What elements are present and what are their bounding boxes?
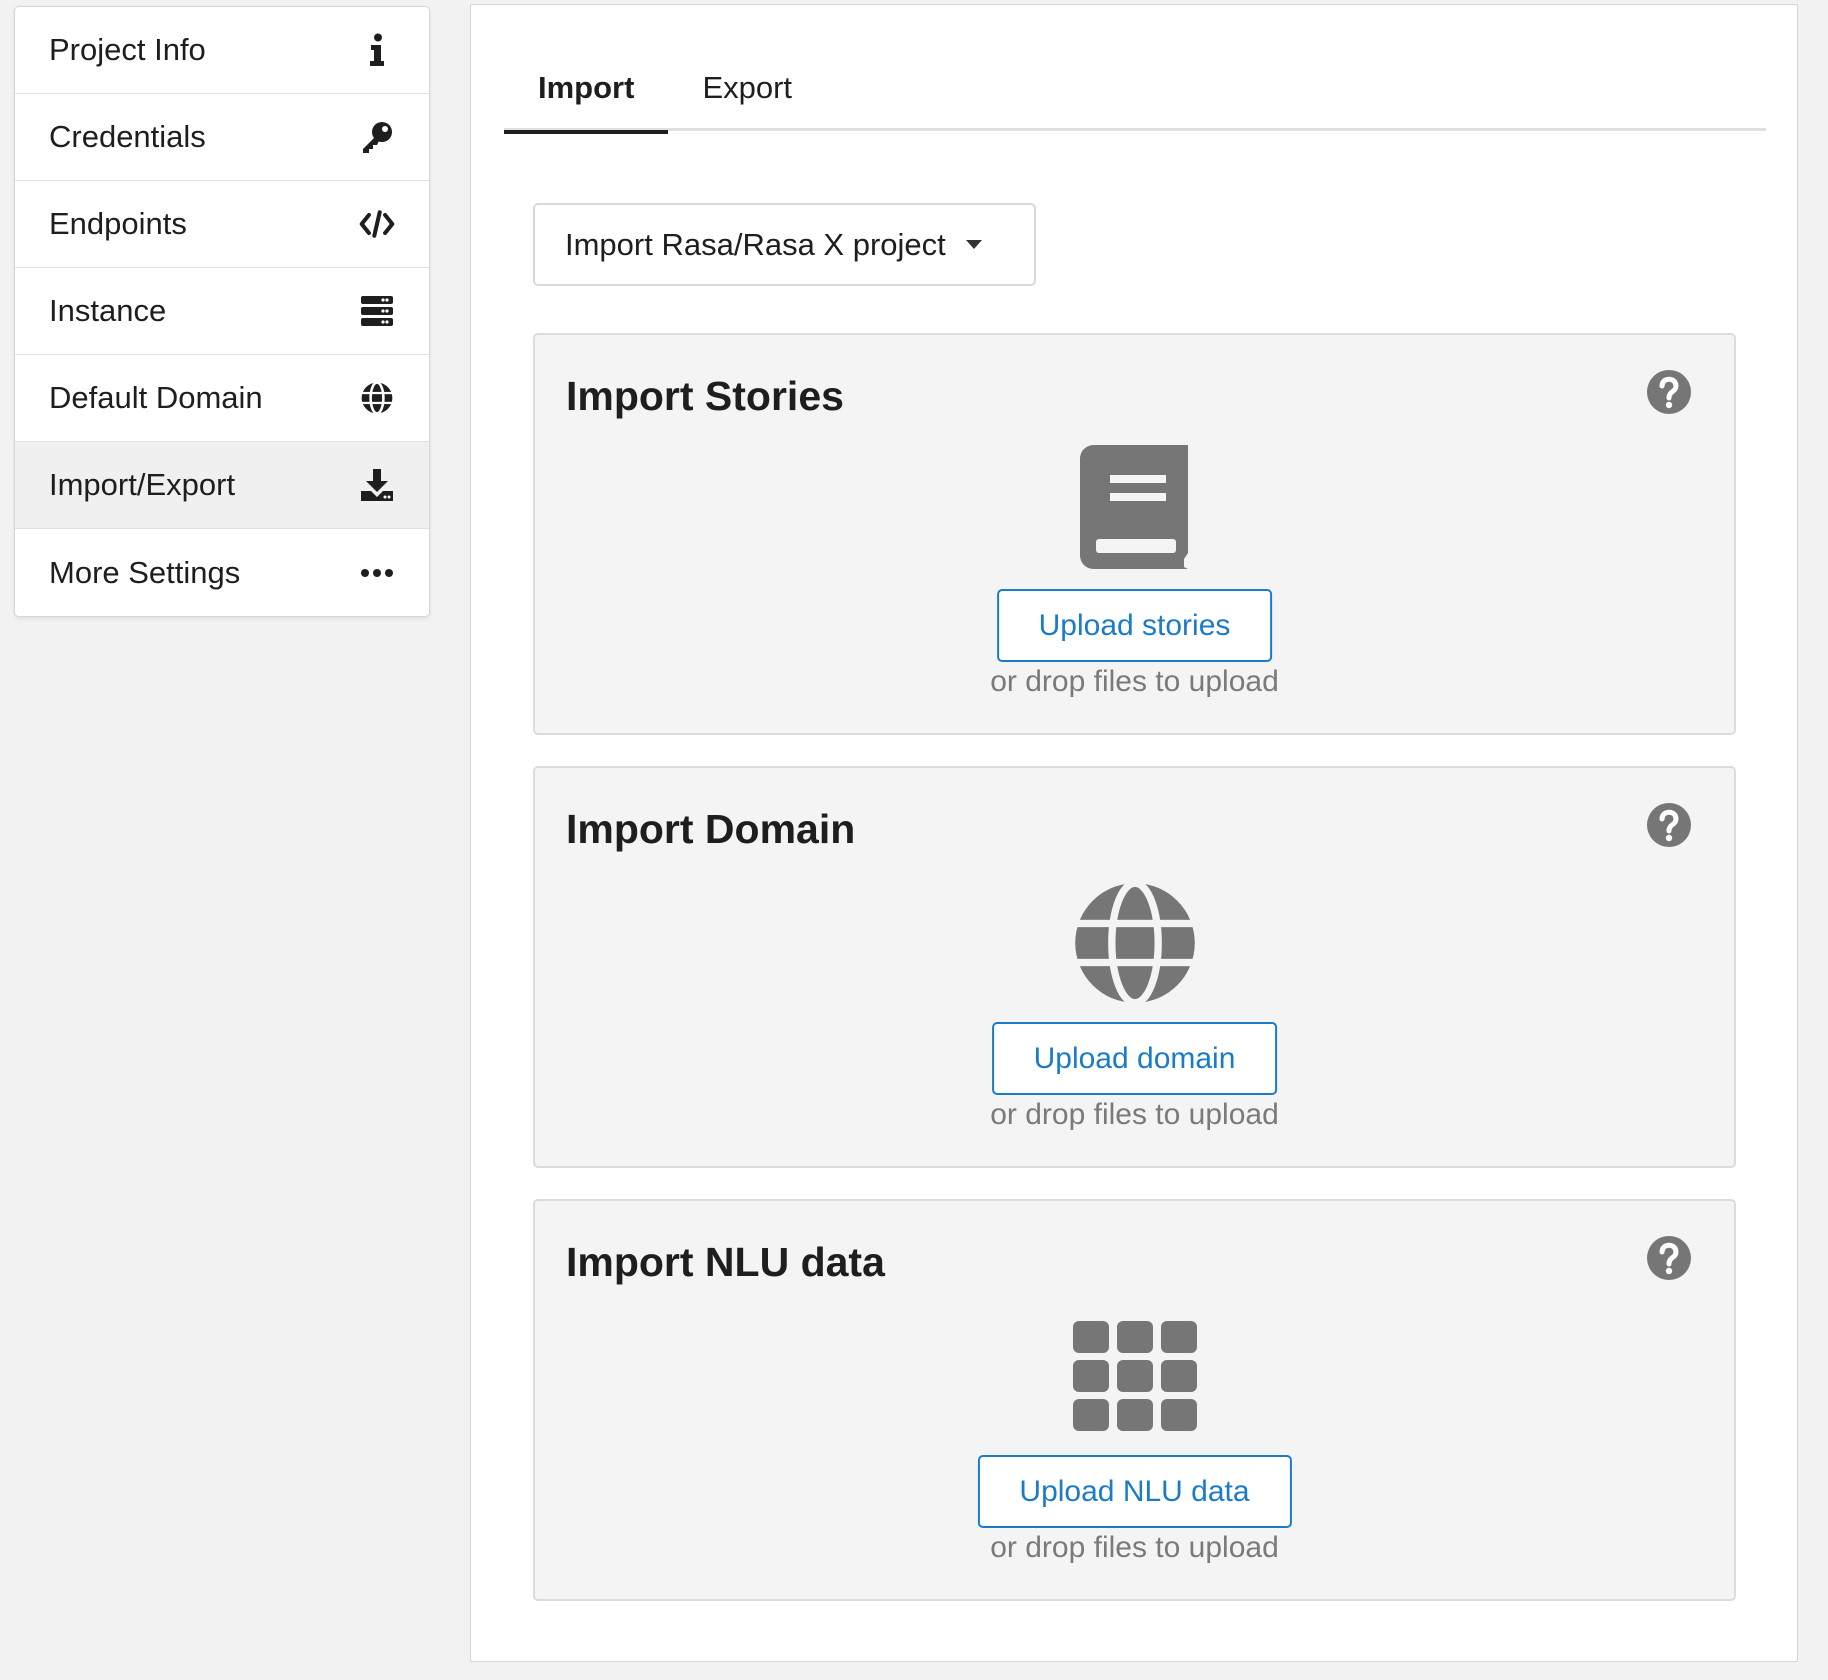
question-circle-icon[interactable] (1646, 369, 1692, 415)
import-domain-card[interactable]: Import Domain Upload domain or drop file… (533, 766, 1736, 1168)
sidebar-item-label: Import/Export (49, 467, 236, 502)
question-circle-icon[interactable] (1646, 802, 1692, 848)
sidebar-item-label: Credentials (49, 119, 206, 154)
settings-sidebar: Project Info Credentials Endpoints Insta… (14, 6, 430, 617)
sidebar-item-import-export[interactable]: Import/Export (15, 442, 429, 529)
sidebar-item-credentials[interactable]: Credentials (15, 94, 429, 181)
tab-export[interactable]: Export (668, 45, 826, 131)
import-type-dropdown[interactable]: Import Rasa/Rasa X project (533, 203, 1036, 286)
sidebar-item-endpoints[interactable]: Endpoints (15, 181, 429, 268)
grid-icon (1072, 1321, 1197, 1431)
import-stories-card[interactable]: Import Stories Upload stories or drop fi… (533, 333, 1736, 735)
globe-icon (1073, 882, 1196, 1004)
caret-down-icon (965, 240, 982, 249)
card-title: Import Domain (566, 806, 856, 852)
drop-files-hint: or drop files to upload (990, 1098, 1279, 1131)
server-icon (359, 293, 395, 329)
question-circle-icon[interactable] (1646, 1235, 1692, 1281)
upload-nlu-button[interactable]: Upload NLU data (977, 1455, 1292, 1528)
upload-domain-button[interactable]: Upload domain (991, 1022, 1278, 1095)
import-nlu-card[interactable]: Import NLU data Upload NLU data or drop … (533, 1199, 1736, 1601)
sidebar-item-label: Instance (49, 293, 167, 328)
sidebar-item-more-settings[interactable]: More Settings (15, 529, 429, 616)
tab-import[interactable]: Import (504, 45, 669, 134)
sidebar-item-label: Default Domain (49, 380, 263, 415)
card-title: Import Stories (566, 373, 844, 419)
import-type-selected: Import Rasa/Rasa X project (565, 226, 946, 262)
sidebar-item-default-domain[interactable]: Default Domain (15, 355, 429, 442)
drop-files-hint: or drop files to upload (990, 1531, 1279, 1564)
sidebar-item-project-info[interactable]: Project Info (15, 7, 429, 94)
sidebar-item-label: More Settings (49, 554, 241, 590)
sidebar-item-label: Endpoints (49, 206, 187, 241)
sidebar-item-instance[interactable]: Instance (15, 268, 429, 355)
card-title: Import NLU data (566, 1239, 885, 1285)
globe-icon (359, 380, 395, 416)
code-icon (359, 206, 395, 242)
book-icon (1079, 445, 1188, 569)
drop-files-hint: or drop files to upload (990, 665, 1279, 698)
sidebar-item-label: Project Info (49, 32, 206, 67)
ellipsis-icon (359, 555, 395, 591)
tab-bar: Import Export (504, 45, 1766, 134)
upload-stories-button[interactable]: Upload stories (996, 589, 1273, 662)
import-export-panel: Import Export Import Rasa/Rasa X project… (470, 4, 1798, 1662)
info-icon (359, 32, 395, 68)
key-icon (359, 119, 395, 155)
download-icon (359, 467, 395, 503)
